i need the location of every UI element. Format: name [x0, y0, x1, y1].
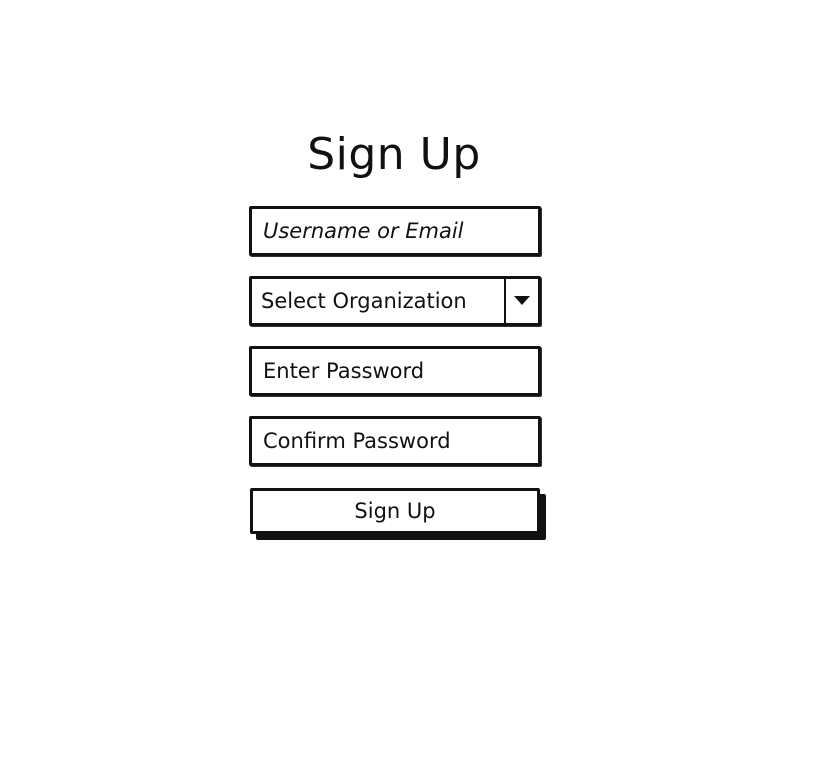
confirm-password-input[interactable] [252, 419, 538, 463]
password-input[interactable] [252, 349, 538, 393]
username-input[interactable] [252, 209, 538, 253]
caret-down-icon[interactable] [506, 279, 538, 323]
sign-up-button[interactable]: Sign Up [250, 488, 540, 534]
organization-select-value: Select Organization [261, 289, 467, 313]
page-title: Sign Up [307, 129, 481, 180]
confirm-password-field-box [249, 416, 541, 466]
organization-select[interactable]: Select Organization [249, 276, 541, 326]
username-field-box [249, 206, 541, 256]
password-field-box [249, 346, 541, 396]
